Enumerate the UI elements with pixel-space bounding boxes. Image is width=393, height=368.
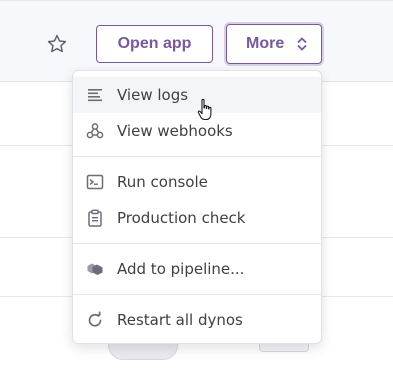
menu-item-label: View logs bbox=[117, 86, 189, 104]
hand-cursor-icon bbox=[197, 98, 212, 121]
menu-item-label: Restart all dynos bbox=[117, 311, 243, 329]
webhooks-icon bbox=[86, 123, 104, 139]
page: Open app More View logs View webhooks Ru… bbox=[0, 0, 393, 368]
star-icon[interactable] bbox=[46, 33, 68, 55]
menu-divider bbox=[73, 294, 321, 295]
menu-divider bbox=[73, 156, 321, 157]
open-app-button[interactable]: Open app bbox=[96, 25, 213, 63]
menu-item-production-check[interactable]: Production check bbox=[73, 200, 321, 236]
chevron-up-down-icon bbox=[297, 37, 307, 51]
pipeline-icon bbox=[87, 263, 103, 275]
restart-icon bbox=[88, 311, 102, 327]
logs-icon bbox=[88, 89, 102, 102]
menu-item-restart-all-dynos[interactable]: Restart all dynos bbox=[73, 302, 321, 338]
clipboard-icon bbox=[88, 209, 102, 227]
more-button[interactable]: More bbox=[226, 24, 322, 64]
menu-item-add-to-pipeline[interactable]: Add to pipeline... bbox=[73, 251, 321, 287]
more-button-label: More bbox=[246, 35, 285, 52]
menu-item-label: Production check bbox=[117, 209, 246, 227]
menu-divider bbox=[73, 243, 321, 244]
menu-item-label: Add to pipeline... bbox=[117, 260, 245, 278]
menu-item-label: View webhooks bbox=[117, 122, 233, 140]
console-icon bbox=[86, 174, 104, 190]
menu-item-label: Run console bbox=[117, 173, 208, 191]
menu-item-run-console[interactable]: Run console bbox=[73, 164, 321, 200]
